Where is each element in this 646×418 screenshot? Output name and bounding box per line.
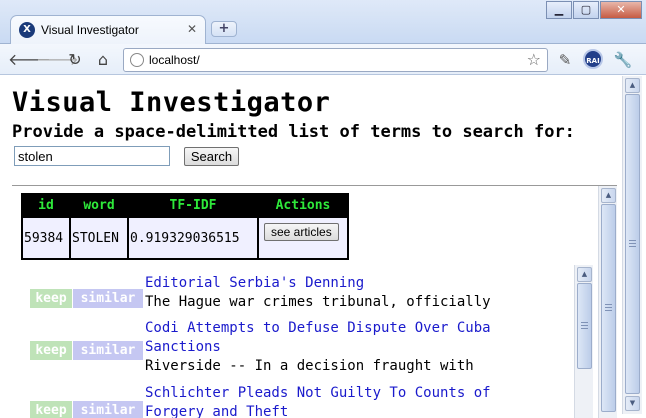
home-icon[interactable]: ⌂ (92, 49, 114, 71)
inner-scrollbar[interactable]: ▲ (598, 186, 617, 418)
window-controls: ▁ ▢ ✕ (545, 1, 642, 19)
tab-title: Visual Investigator (41, 23, 139, 37)
browser-tab[interactable]: X Visual Investigator ✕ (10, 15, 206, 44)
globe-icon (130, 53, 144, 67)
article-title-link[interactable]: Schlichter Pleads Not Guilty To Counts o… (145, 384, 491, 403)
divider (12, 185, 617, 186)
similar-button[interactable]: similar (73, 341, 143, 360)
minimize-button[interactable]: ▁ (546, 1, 572, 19)
article-title-link[interactable]: Codi Attempts to Defuse Dispute Over Cub… (145, 319, 491, 338)
eyedropper-icon[interactable]: ✎ (554, 49, 576, 71)
articles-list: keep similar Editorial Serbia's Denning … (21, 265, 573, 418)
address-bar[interactable]: localhost/ ☆ (123, 48, 548, 72)
page-scrollbar[interactable]: ▲ ▼ (622, 76, 642, 414)
tab-favicon-icon: X (19, 22, 35, 38)
scroll-down-arrow-icon[interactable]: ▼ (625, 396, 640, 411)
page-title: Visual Investigator (12, 87, 331, 118)
similar-button[interactable]: similar (73, 289, 143, 308)
scroll-thumb[interactable] (625, 94, 640, 394)
scroll-up-arrow-icon[interactable]: ▲ (601, 188, 616, 203)
keep-button[interactable]: keep (30, 401, 72, 418)
see-articles-button[interactable]: see articles (264, 223, 339, 241)
forward-arrow-icon[interactable]: 🡒 (36, 49, 79, 71)
article-snippet: Riverside -- In a decision fraught with (145, 358, 474, 374)
scroll-up-arrow-icon[interactable]: ▲ (625, 78, 640, 93)
article-title-link-cont[interactable]: Sanctions (145, 338, 221, 357)
close-window-button[interactable]: ✕ (600, 1, 642, 19)
tab-close-icon[interactable]: ✕ (187, 22, 197, 36)
url-text: localhost/ (149, 53, 200, 67)
wrench-icon[interactable]: 🔧 (612, 49, 634, 71)
keep-button[interactable]: keep (30, 289, 72, 308)
browser-toolbar: 🡐 🡒 ↻ ⌂ localhost/ ☆ ✎ 🔧 (0, 44, 646, 75)
column-header-actions: Actions (259, 195, 347, 216)
star-icon[interactable]: ☆ (527, 50, 541, 69)
cell-actions: see articles (259, 218, 347, 258)
reload-icon[interactable]: ↻ (64, 49, 86, 71)
search-button[interactable]: Search (184, 147, 239, 166)
articles-scrollbar[interactable]: ▲ (574, 265, 593, 418)
browser-title-bar: X Visual Investigator ✕ + ▁ ▢ ✕ (0, 0, 646, 44)
back-arrow-icon[interactable]: 🡐 (8, 49, 51, 71)
search-input[interactable] (14, 146, 170, 166)
results-table: id word TF-IDF Actions 59384 STOLEN 0.91… (21, 193, 349, 260)
column-header-id: id (23, 195, 69, 216)
scroll-thumb[interactable] (601, 204, 616, 412)
cell-tfidf: 0.919329036515 (129, 218, 257, 258)
scroll-thumb[interactable] (577, 283, 592, 369)
new-tab-button[interactable]: + (211, 21, 237, 37)
cell-word: STOLEN (71, 218, 127, 258)
similar-button[interactable]: similar (73, 401, 143, 418)
scroll-up-arrow-icon[interactable]: ▲ (577, 267, 592, 282)
article-snippet: The Hague war crimes tribunal, officiall… (145, 294, 491, 310)
column-header-tfidf: TF-IDF (129, 195, 257, 216)
keep-button[interactable]: keep (30, 341, 72, 360)
search-prompt: Provide a space-delimitted list of terms… (12, 122, 575, 142)
article-title-link-cont[interactable]: Forgery and Theft (145, 403, 288, 418)
table-row: 59384 STOLEN 0.919329036515 see articles (23, 218, 347, 258)
column-header-word: word (71, 195, 127, 216)
maximize-button[interactable]: ▢ (573, 1, 599, 19)
cell-id: 59384 (23, 218, 69, 258)
article-title-link[interactable]: Editorial Serbia's Denning (145, 274, 364, 293)
extension-badge-icon[interactable]: RAI (583, 49, 603, 69)
